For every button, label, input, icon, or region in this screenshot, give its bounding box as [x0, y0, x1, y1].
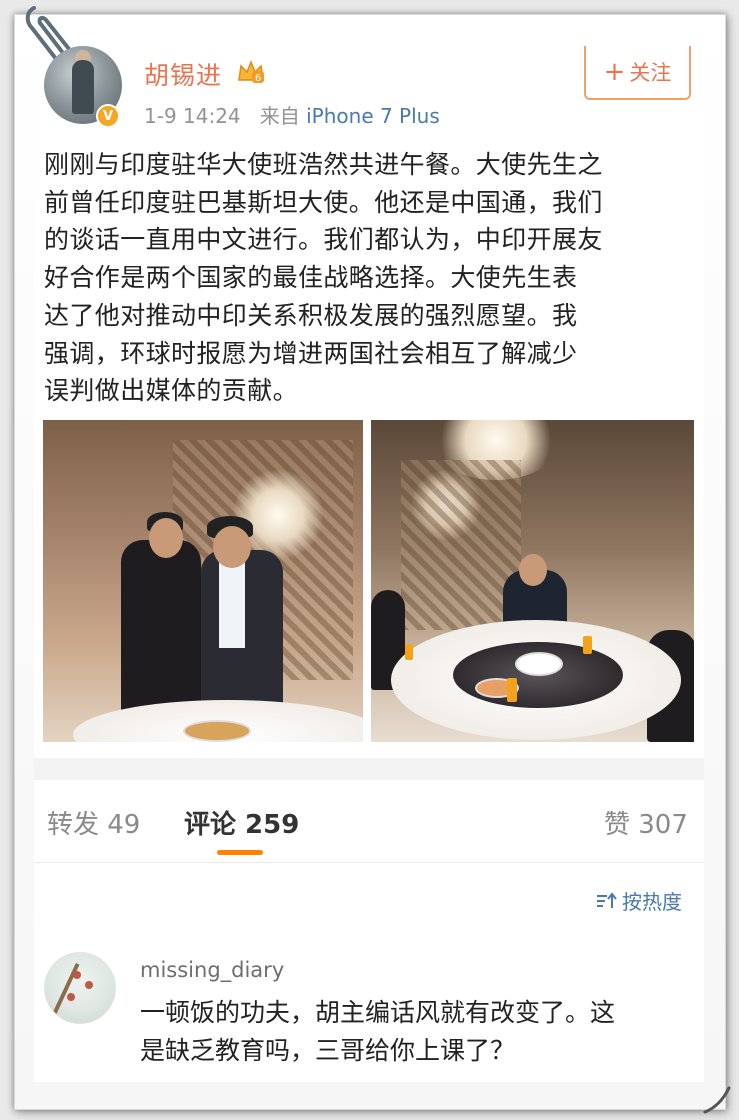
post-text-line: 强调，环球时报愿为增进两国社会相互了解减少 — [44, 338, 578, 368]
dish — [515, 652, 563, 676]
face — [213, 526, 251, 568]
divider — [34, 862, 704, 863]
tab-comment[interactable]: 评论 259 — [184, 804, 299, 841]
post-text-line: 的谈话一直用中文进行。我们都认为，中印开展友 — [44, 225, 603, 255]
juice-glass — [583, 636, 592, 654]
post-text-line: 前曾任印度驻巴基斯坦大使。他还是中国通，我们 — [44, 187, 603, 217]
post-photo-table[interactable] — [371, 420, 694, 742]
comment-text-line: 一顿饭的功夫，胡主编话风就有改变了。这 — [140, 998, 616, 1027]
blossom — [85, 981, 93, 989]
post-time: 1-9 14:24 — [144, 104, 241, 128]
dish — [183, 720, 251, 742]
post-meta: 1-9 14:24 来自 iPhone 7 Plus — [144, 100, 440, 129]
blossom — [67, 993, 75, 1001]
verified-icon: V — [96, 104, 120, 128]
plus-icon: + — [603, 57, 626, 87]
follow-label: 关注 — [629, 61, 672, 85]
comment-text: 一顿饭的功夫，胡主编话风就有改变了。这 是缺乏教育吗，三哥给你上课了？ — [140, 994, 692, 1070]
page-curl-icon — [703, 1086, 731, 1114]
juice-glass — [405, 644, 413, 660]
tab-forward[interactable]: 转发 49 — [47, 804, 140, 841]
shirt — [219, 558, 245, 648]
source-prefix: 来自 — [259, 104, 300, 128]
sort-icon — [597, 891, 617, 908]
tab-like[interactable]: 赞 307 — [604, 804, 688, 841]
commenter-avatar[interactable] — [44, 952, 116, 1024]
sort-label: 按热度 — [622, 890, 682, 914]
post-text-line: 达了他对推动中印关系积极发展的强烈愿望。我 — [44, 300, 578, 330]
avatar-figure — [72, 60, 94, 114]
comment-text-line: 是缺乏教育吗，三哥给你上课了？ — [140, 1036, 516, 1065]
face — [149, 518, 183, 558]
post-source-link[interactable]: iPhone 7 Plus — [306, 104, 440, 128]
post-text: 刚刚与印度驻华大使班浩然共进午餐。大使先生之 前曾任印度驻巴基斯坦大使。他还是中… — [44, 146, 684, 410]
follow-button[interactable]: + 关注 — [584, 46, 691, 100]
post-photo-handshake[interactable] — [43, 420, 363, 742]
commenter-username[interactable]: missing_diary — [140, 958, 284, 982]
section-separator — [34, 758, 704, 780]
post-text-line: 误判做出媒体的贡献。 — [44, 376, 299, 406]
blossom — [73, 971, 81, 979]
post-text-line: 刚刚与印度驻华大使班浩然共进午餐。大使先生之 — [44, 150, 603, 179]
face — [519, 554, 547, 586]
juice-glass — [507, 678, 517, 702]
crown-icon: 6 — [238, 59, 264, 84]
post-text-line: 好合作是两个国家的最佳战略选择。大使先生表 — [44, 263, 578, 293]
active-tab-indicator — [217, 850, 263, 855]
post-username[interactable]: 胡锡进 — [144, 56, 222, 92]
sort-button[interactable]: 按热度 — [596, 886, 682, 915]
svg-text:6: 6 — [255, 73, 261, 84]
